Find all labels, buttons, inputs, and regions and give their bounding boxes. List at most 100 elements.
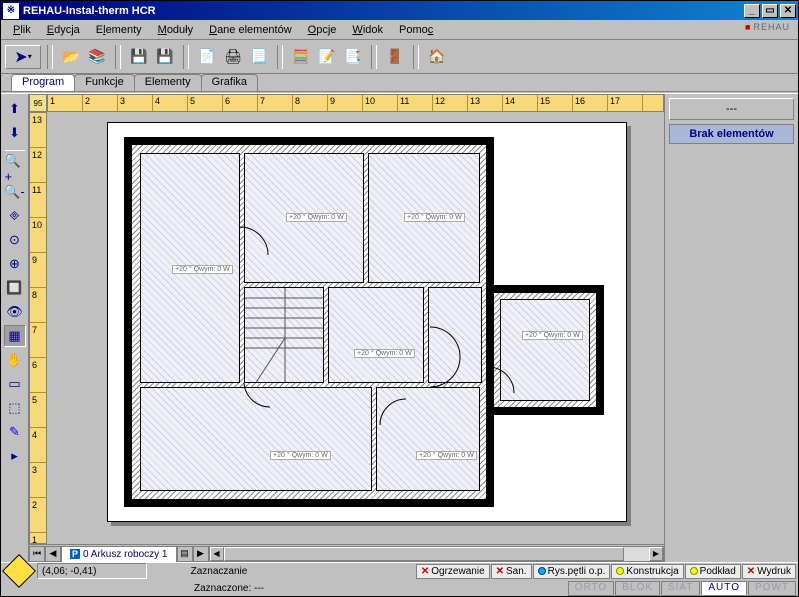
sheet-tabs: ⏮ ◀ P 0 Arkusz roboczy 1 ▤ ▶ ◀ ▶ [29,544,664,562]
sheet-name: 0 Arkusz roboczy 1 [83,549,167,560]
layer-tab[interactable]: Rys.pętli o.p. [533,564,611,579]
tab-program[interactable]: Program [11,74,75,91]
horizontal-scrollbar[interactable]: ◀ ▶ [209,546,665,562]
room-label: +20 ° Qwym: 0 W [522,331,583,340]
room-stairs[interactable] [244,287,324,383]
coords-cell: (4,06; -0,41) [37,563,147,579]
sheet-tab[interactable]: P 0 Arkusz roboczy 1 [61,546,177,562]
main-tabs: Program Funkcje Elementy Grafika [1,74,798,92]
room-label: +20 ° Qwym: 0 W [416,451,477,460]
right-panel-header[interactable]: --- [669,98,794,120]
zoom-in-icon[interactable]: 🔍+ [4,157,26,179]
tab-funkcje[interactable]: Funkcje [74,74,135,91]
horizontal-ruler: 1234567891011121314151617 [47,94,664,112]
layer-tab[interactable]: ✕Wydruk [742,564,796,579]
zoom-window-icon[interactable]: 🔲 [4,277,26,299]
print-preview-button[interactable]: 📃 [247,45,271,69]
help-icon[interactable]: 🏠 [425,45,449,69]
ruler-corner[interactable]: 95 [29,94,47,112]
no-elements-bar[interactable]: Brak elementów [669,124,794,144]
sheet-next-button[interactable]: ▶ [193,546,209,562]
side-toolbox: ⬆ ⬇ 🔍+ 🔍- 🞜 ⊙ ⊕ 🔲 👁 ▦ ✋ ▭ ⬚ ✎ ▸ [1,94,29,562]
maximize-button[interactable]: ▭ [762,4,778,18]
pan-icon[interactable]: ✋ [4,349,26,371]
marquee-icon[interactable]: ⬚ [4,397,26,419]
sheet-p-icon: P [70,549,80,559]
scroll-right-button[interactable]: ▶ [649,547,663,561]
zoom-prev-icon[interactable]: 👁 [4,301,26,323]
app-icon: ※ [3,3,19,19]
more-tools-icon[interactable]: ▸ [4,445,26,467]
menu-moduly[interactable]: Moduły [150,22,201,38]
floorplan: +20 ° Qwym: 0 W +20 ° Qwym: 0 W +20 ° Qw… [124,137,608,507]
arrow-up-icon[interactable]: ⬆ [4,98,26,120]
print-button[interactable]: 🖨 [221,45,245,69]
zoom-all-icon[interactable]: ⊕ [4,253,26,275]
save-as-button[interactable]: 💾 [153,45,177,69]
copy-button[interactable]: 📄 [195,45,219,69]
room[interactable] [328,287,424,383]
sheet-prev-button[interactable]: ◀ [45,546,61,562]
sheet-list-button[interactable]: ▤ [177,546,193,562]
menu-pomoc[interactable]: Pomoc [391,22,441,38]
menu-edycja[interactable]: Edycja [39,22,88,38]
sheets-button[interactable]: 📑 [341,45,365,69]
calc-button[interactable]: 🧮 [289,45,313,69]
draw-icon[interactable]: ✎ [4,421,26,443]
exit-button[interactable]: 🚪 [383,45,407,69]
sheet-first-button[interactable]: ⏮ [29,546,45,562]
layer-tab[interactable]: ✕San. [491,564,532,579]
menubar: Plik Edycja Elementy Moduły Dane element… [1,20,798,40]
tab-elementy[interactable]: Elementy [134,74,202,91]
menu-widok[interactable]: Widok [344,22,391,38]
menu-plik[interactable]: Plik [5,22,39,38]
window-title: REHAU-Instal-therm HCR [23,5,742,17]
room[interactable] [140,387,372,491]
zoom-out-icon[interactable]: 🔍- [4,181,26,203]
save-button[interactable]: 💾 [127,45,151,69]
statusbar: (4,06; -0,41) Zaznaczanie ✕Ogrzewanie✕Sa… [1,562,798,596]
menu-dane[interactable]: Dane elementów [201,22,300,38]
room[interactable] [428,287,482,383]
zoom-fit-icon[interactable]: ⊙ [4,229,26,251]
select-rect-icon[interactable]: ▭ [4,373,26,395]
right-panel: --- Brak elementów [664,94,798,562]
minimize-button[interactable]: _ [744,4,760,18]
room-label: +20 ° Qwym: 0 W [172,265,233,274]
arrow-down-icon[interactable]: ⬇ [4,122,26,144]
mode-blok[interactable]: BLOK [615,581,660,596]
layer-tab[interactable]: Konstrukcja [611,564,683,579]
room[interactable] [500,299,590,401]
pointer-tool[interactable]: ➤▾ [5,45,41,69]
mode-powt[interactable]: POWT [748,581,796,596]
drawing-canvas[interactable]: +20 ° Qwym: 0 W +20 ° Qwym: 0 W +20 ° Qw… [47,112,664,544]
workarea: ⬆ ⬇ 🔍+ 🔍- 🞜 ⊙ ⊕ 🔲 👁 ▦ ✋ ▭ ⬚ ✎ ▸ 95 12345… [1,93,798,562]
layer-tab[interactable]: Podkład [685,564,741,579]
layer-tab[interactable]: ✕Ogrzewanie [416,564,490,579]
brand-label: REHAU [745,22,790,32]
scroll-left-button[interactable]: ◀ [210,547,224,561]
toolbar: ➤▾ 📂 📚 💾 💾 📄 🖨 📃 🧮 📝 📑 🚪 🏠 [1,40,798,74]
zoom-region-icon[interactable]: 🞜 [4,205,26,227]
room[interactable] [376,387,480,491]
titlebar: ※ REHAU-Instal-therm HCR _ ▭ ✕ [1,1,798,20]
room-label: +20 ° Qwym: 0 W [286,213,347,222]
tab-grafika[interactable]: Grafika [201,74,258,91]
mode-orto[interactable]: ORTO [568,581,615,596]
mode-siat[interactable]: SIAT [661,581,700,596]
menu-opcje[interactable]: Opcje [300,22,345,38]
mode-auto[interactable]: AUTO [701,581,747,596]
library-button[interactable]: 📚 [85,45,109,69]
notes-button[interactable]: 📝 [315,45,339,69]
scroll-thumb[interactable] [224,547,624,561]
menu-elementy[interactable]: Elementy [88,22,150,38]
vertical-ruler: 13121110987654321 [29,112,47,544]
grid-icon[interactable]: ▦ [4,325,26,347]
room-label: +20 ° Qwym: 0 W [404,213,465,222]
mode-label-2: Zaznaczone: --- [159,583,299,594]
paper-sheet: +20 ° Qwym: 0 W +20 ° Qwym: 0 W +20 ° Qw… [107,122,627,522]
open-button[interactable]: 📂 [59,45,83,69]
canvas-frame: 95 1234567891011121314151617 13121110987… [29,94,664,562]
room-label: +20 ° Qwym: 0 W [270,451,331,460]
close-button[interactable]: ✕ [780,4,796,18]
